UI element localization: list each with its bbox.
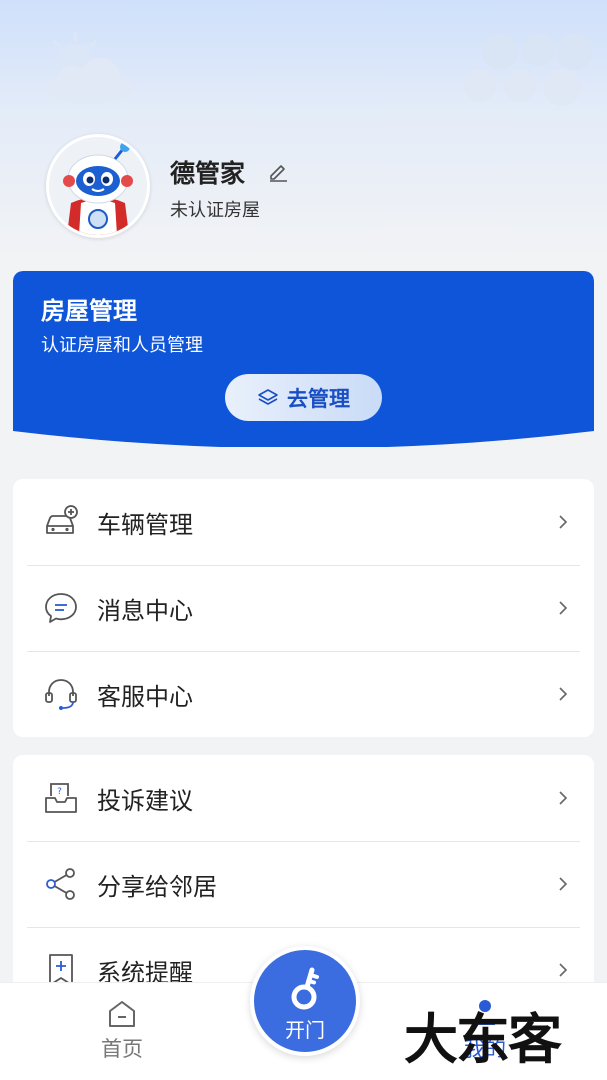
car-icon xyxy=(46,505,78,534)
edit-icon[interactable] xyxy=(266,159,290,183)
home-icon xyxy=(109,1001,135,1027)
house-card-title: 房屋管理 xyxy=(41,297,137,325)
watermark: 大东客 xyxy=(404,1008,562,1071)
profile-section: 德管家 未认证房屋 xyxy=(46,134,566,242)
chevron-right-icon xyxy=(559,791,568,805)
complaint-icon: ? xyxy=(45,783,77,813)
username: 德管家 xyxy=(170,159,246,188)
chevron-right-icon xyxy=(559,877,568,891)
building-decoration-icon xyxy=(464,34,592,106)
layers-icon xyxy=(257,387,279,409)
menu-label: 车辆管理 xyxy=(97,510,193,539)
share-icon xyxy=(46,868,75,900)
svg-text:?: ? xyxy=(57,787,62,797)
weather-decoration-icon xyxy=(45,32,134,104)
avatar[interactable] xyxy=(46,134,150,238)
go-manage-label: 去管理 xyxy=(287,386,350,411)
chevron-right-icon xyxy=(559,601,568,615)
menu-label: 消息中心 xyxy=(97,596,193,625)
open-door-button[interactable]: 开门 xyxy=(250,946,360,1056)
tab-home-label: 首页 xyxy=(101,1037,143,1061)
menu-group-services: 车辆管理 消息中心 客服中心 xyxy=(13,479,594,737)
house-card-subtitle: 认证房屋和人员管理 xyxy=(41,335,203,356)
menu-item-complaint[interactable]: ? 投诉建议 xyxy=(13,755,594,841)
headset-icon xyxy=(45,679,77,710)
menu-label: 分享给邻居 xyxy=(97,872,217,901)
go-manage-button[interactable]: 去管理 xyxy=(225,374,382,421)
tab-home[interactable]: 首页 xyxy=(80,983,164,1080)
message-icon xyxy=(45,593,77,623)
robot-mascot-icon xyxy=(49,137,147,235)
menu-item-vehicle[interactable]: 车辆管理 xyxy=(13,479,594,565)
house-management-card: 房屋管理 认证房屋和人员管理 去管理 xyxy=(13,271,594,447)
menu-label: 客服中心 xyxy=(97,682,193,711)
open-door-label: 开门 xyxy=(285,1018,325,1042)
chevron-right-icon xyxy=(559,963,568,977)
menu-item-messages[interactable]: 消息中心 xyxy=(13,565,594,651)
menu-item-share[interactable]: 分享给邻居 xyxy=(13,841,594,927)
chevron-right-icon xyxy=(559,515,568,529)
chevron-right-icon xyxy=(559,687,568,701)
menu-label: 投诉建议 xyxy=(97,786,193,815)
key-icon xyxy=(291,967,319,1010)
menu-item-customer-service[interactable]: 客服中心 xyxy=(13,651,594,737)
certification-status: 未认证房屋 xyxy=(170,200,260,221)
